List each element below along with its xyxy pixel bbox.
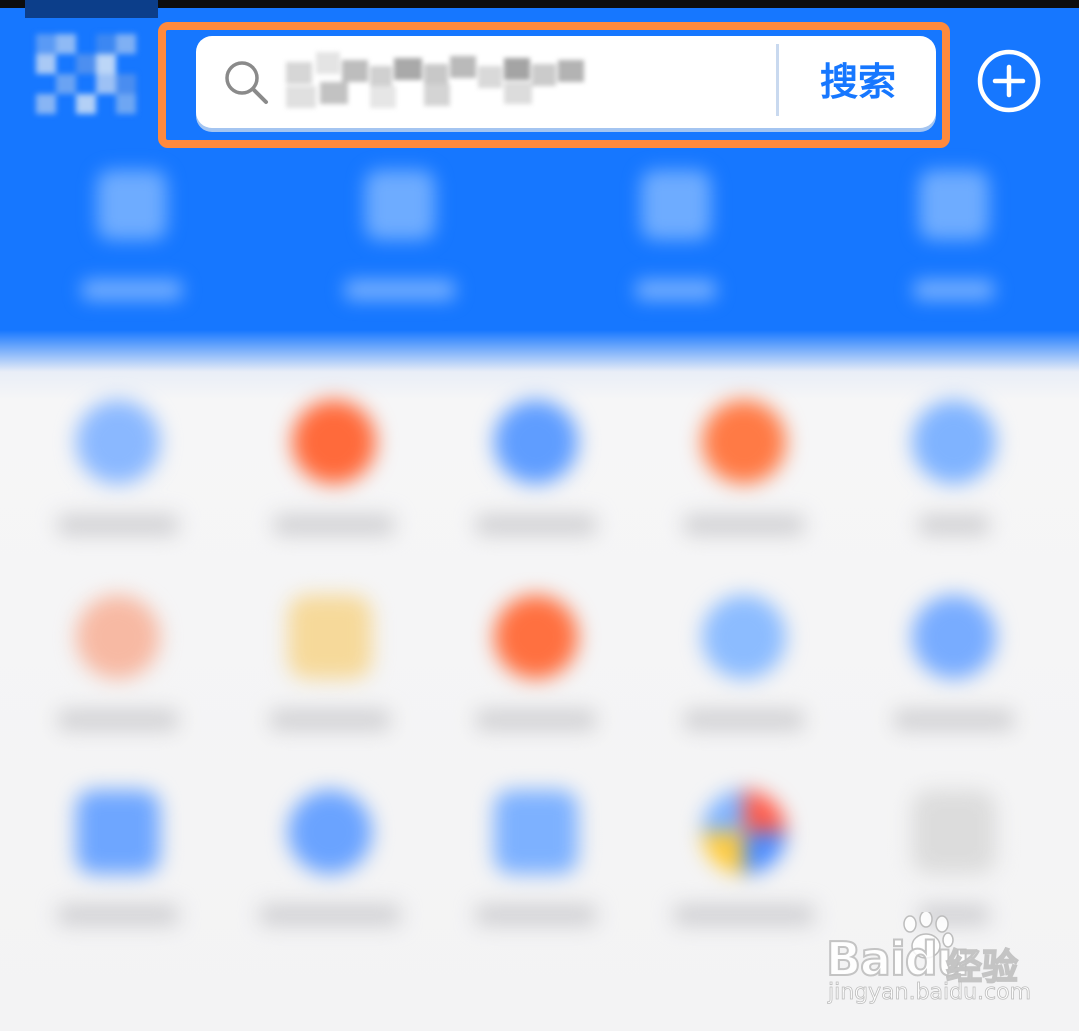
app-label — [476, 905, 596, 925]
app-tile[interactable] — [456, 575, 616, 755]
app-tile[interactable] — [254, 380, 414, 560]
app-label — [270, 710, 390, 730]
pay-icon — [365, 170, 435, 240]
app-icon — [288, 790, 372, 874]
app-label — [58, 905, 178, 925]
app-icon — [494, 595, 578, 679]
app-label — [684, 710, 804, 730]
app-icon — [494, 790, 578, 874]
app-tile[interactable] — [874, 380, 1034, 560]
quick-action-label — [82, 280, 182, 300]
app-label — [894, 710, 1014, 730]
app-icon — [494, 400, 578, 484]
app-tile[interactable] — [250, 770, 410, 950]
app-tile[interactable] — [38, 575, 198, 755]
app-tile[interactable] — [38, 380, 198, 560]
app-label — [476, 515, 596, 535]
app-label — [58, 515, 178, 535]
app-icon — [702, 790, 786, 874]
card-icon — [919, 170, 989, 240]
app-icon — [912, 790, 996, 874]
quick-action-travel[interactable] — [606, 150, 746, 320]
app-home-screen: 搜索 Baidu 经验 jingyan.baidu.com — [0, 0, 1079, 1031]
quick-action-label — [636, 280, 716, 300]
app-label — [919, 515, 989, 535]
status-notch — [25, 0, 158, 18]
app-icon — [76, 595, 160, 679]
travel-icon — [641, 170, 711, 240]
app-label — [260, 905, 400, 925]
app-label — [674, 905, 814, 925]
app-tile[interactable] — [664, 575, 824, 755]
app-label — [684, 515, 804, 535]
app-icon — [702, 400, 786, 484]
app-tile[interactable] — [38, 770, 198, 950]
app-icon — [288, 595, 372, 679]
app-grid — [0, 380, 1079, 940]
app-label — [476, 710, 596, 730]
app-tile[interactable] — [250, 575, 410, 755]
quick-action-cards[interactable] — [884, 150, 1024, 320]
app-label — [58, 710, 178, 730]
quick-action-pay[interactable] — [330, 150, 470, 320]
user-avatar[interactable] — [36, 34, 146, 126]
app-icon — [912, 595, 996, 679]
quick-action-scan[interactable] — [62, 150, 202, 320]
highlight-annotation — [158, 22, 950, 148]
app-tile[interactable] — [874, 770, 1034, 950]
app-icon — [76, 400, 160, 484]
quick-actions-row — [0, 150, 1079, 330]
app-icon — [292, 400, 376, 484]
scan-icon — [97, 170, 167, 240]
plus-circle-icon[interactable] — [976, 48, 1042, 114]
app-icon — [76, 790, 160, 874]
app-label — [274, 515, 394, 535]
status-bar — [0, 0, 1079, 8]
watermark-url: jingyan.baidu.com — [828, 980, 1032, 1006]
app-label — [919, 905, 989, 925]
app-icon — [912, 400, 996, 484]
app-tile[interactable] — [456, 770, 616, 950]
quick-action-label — [914, 280, 994, 300]
quick-action-label — [345, 280, 455, 300]
app-tile[interactable] — [456, 380, 616, 560]
app-tile[interactable] — [664, 770, 824, 950]
app-tile[interactable] — [874, 575, 1034, 755]
app-tile[interactable] — [664, 380, 824, 560]
app-icon — [702, 595, 786, 679]
